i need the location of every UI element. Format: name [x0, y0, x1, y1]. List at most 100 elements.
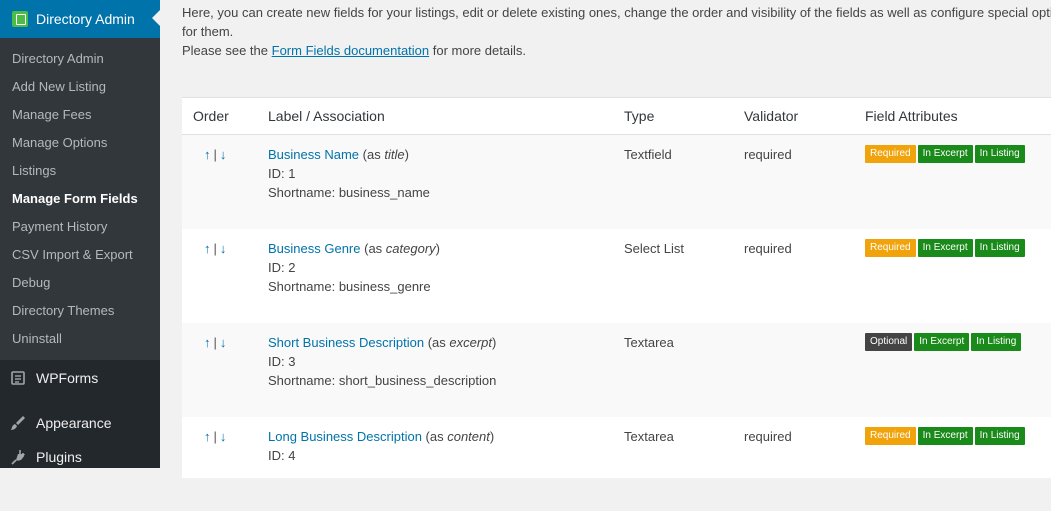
association-suffix: )	[489, 429, 495, 444]
required-badge: Required	[865, 427, 916, 445]
paintbrush-icon	[9, 414, 27, 432]
intro-line-3-prefix: Please see the	[182, 43, 272, 58]
association-value: category	[385, 241, 436, 256]
intro-line-1: Here, you can create new fields for your…	[182, 5, 1051, 20]
form-fields-documentation-link[interactable]: Form Fields documentation	[272, 43, 430, 58]
submenu-payment-history[interactable]: Payment History	[0, 213, 160, 241]
move-down-arrow-icon[interactable]: ↓	[220, 241, 227, 256]
field-attributes: Optional In Excerpt In Listing	[865, 333, 1022, 351]
field-name-link[interactable]: Business Name	[268, 147, 359, 162]
field-validator: required	[744, 147, 792, 162]
directory-submenu: Directory Admin Add New Listing Manage F…	[0, 38, 160, 360]
main-content: Here, you can create new fields for your…	[160, 0, 1051, 478]
menu-plugins-label: Plugins	[36, 449, 82, 465]
order-separator: |	[213, 241, 217, 256]
column-type[interactable]: Type	[624, 98, 654, 134]
menu-directory-admin-label: Directory Admin	[36, 11, 135, 27]
field-type: Select List	[624, 241, 684, 256]
submenu-directory-admin[interactable]: Directory Admin	[0, 45, 160, 73]
intro-text: Here, you can create new fields for your…	[182, 3, 1051, 60]
menu-appearance-label: Appearance	[36, 415, 112, 431]
column-label[interactable]: Label / Association	[268, 98, 385, 134]
field-type: Textfield	[624, 147, 672, 162]
in-listing-badge: In Listing	[974, 239, 1025, 257]
field-id: ID: 4	[268, 448, 296, 463]
form-fields-table: Order Label / Association Type Validator…	[182, 97, 1051, 478]
menu-wpforms[interactable]: WPForms	[0, 361, 160, 395]
submenu-manage-options[interactable]: Manage Options	[0, 129, 160, 157]
order-separator: |	[213, 335, 217, 350]
admin-sidebar: Directory Admin Directory Admin Add New …	[0, 0, 160, 468]
column-validator[interactable]: Validator	[744, 98, 798, 134]
order-separator: |	[213, 147, 217, 162]
field-association: (as title)	[363, 147, 409, 162]
optional-badge: Optional	[865, 333, 913, 351]
in-listing-badge: In Listing	[974, 427, 1025, 445]
move-up-arrow-icon[interactable]: ↑	[204, 241, 211, 256]
association-suffix: )	[404, 147, 409, 162]
move-up-arrow-icon[interactable]: ↑	[204, 147, 211, 162]
current-menu-arrow	[152, 10, 160, 26]
submenu-listings[interactable]: Listings	[0, 157, 160, 185]
field-shortname: Shortname: business_genre	[268, 279, 431, 294]
intro-line-2: for them.	[182, 24, 234, 39]
order-controls: ↑ | ↓	[204, 429, 226, 444]
field-id: ID: 3	[268, 354, 296, 369]
association-value: title	[384, 147, 405, 162]
submenu-add-new-listing[interactable]: Add New Listing	[0, 73, 160, 101]
table-row: ↑ | ↓ Business Name (as title) ID: 1 Short…	[182, 135, 1051, 229]
association-prefix: (as	[364, 241, 386, 256]
move-up-arrow-icon[interactable]: ↑	[204, 335, 211, 350]
table-row: ↑ | ↓ Short Business Description (as excer…	[182, 323, 1051, 417]
menu-plugins[interactable]: Plugins	[0, 440, 160, 474]
label-cell: Business Name (as title) ID: 1 Shortname…	[268, 145, 430, 202]
association-value: content	[447, 429, 490, 444]
in-listing-badge: In Listing	[971, 333, 1022, 351]
menu-appearance[interactable]: Appearance	[0, 406, 160, 440]
wpforms-icon	[9, 369, 27, 387]
table-header: Order Label / Association Type Validator…	[182, 98, 1051, 135]
field-id: ID: 1	[268, 166, 296, 181]
move-up-arrow-icon[interactable]: ↑	[204, 429, 211, 444]
association-suffix: )	[435, 241, 441, 256]
order-controls: ↑ | ↓	[204, 147, 226, 162]
table-row: ↑ | ↓ Long Business Description (as conten…	[182, 417, 1051, 511]
field-association: (as excerpt)	[428, 335, 497, 350]
field-validator: required	[744, 429, 792, 444]
order-controls: ↑ | ↓	[204, 335, 226, 350]
submenu-csv-import-export[interactable]: CSV Import & Export	[0, 241, 160, 269]
field-name-link[interactable]: Long Business Description	[268, 429, 422, 444]
field-attributes: Required In Excerpt In Listing	[865, 145, 1025, 163]
label-cell: Business Genre (as category) ID: 2 Short…	[268, 239, 440, 296]
field-attributes: Required In Excerpt In Listing	[865, 239, 1025, 257]
association-value: excerpt	[449, 335, 493, 350]
required-badge: Required	[865, 239, 916, 257]
field-name-link[interactable]: Short Business Description	[268, 335, 424, 350]
submenu-manage-fees[interactable]: Manage Fees	[0, 101, 160, 129]
association-prefix: (as	[362, 147, 385, 162]
directory-icon	[12, 11, 28, 27]
move-down-arrow-icon[interactable]: ↓	[220, 147, 227, 162]
label-cell: Short Business Description (as excerpt) …	[268, 333, 496, 390]
field-attributes: Required In Excerpt In Listing	[865, 427, 1025, 445]
association-prefix: (as	[427, 335, 450, 350]
required-badge: Required	[865, 145, 916, 163]
intro-line-3-suffix: for more details.	[429, 43, 526, 58]
submenu-debug[interactable]: Debug	[0, 269, 160, 297]
field-name-link[interactable]: Business Genre	[268, 241, 361, 256]
field-id: ID: 2	[268, 260, 296, 275]
move-down-arrow-icon[interactable]: ↓	[220, 429, 227, 444]
label-cell: Long Business Description (as content) I…	[268, 427, 494, 465]
move-down-arrow-icon[interactable]: ↓	[220, 335, 227, 350]
column-order[interactable]: Order	[193, 98, 229, 134]
field-type: Textarea	[624, 429, 674, 444]
column-attributes: Field Attributes	[865, 108, 958, 124]
order-separator: |	[213, 429, 217, 444]
menu-directory-admin[interactable]: Directory Admin	[0, 0, 160, 38]
menu-wpforms-label: WPForms	[36, 370, 99, 386]
submenu-manage-form-fields[interactable]: Manage Form Fields	[0, 185, 160, 213]
submenu-directory-themes[interactable]: Directory Themes	[0, 297, 160, 325]
plugin-icon	[9, 448, 27, 466]
field-validator: required	[744, 241, 792, 256]
submenu-uninstall[interactable]: Uninstall	[0, 325, 160, 353]
